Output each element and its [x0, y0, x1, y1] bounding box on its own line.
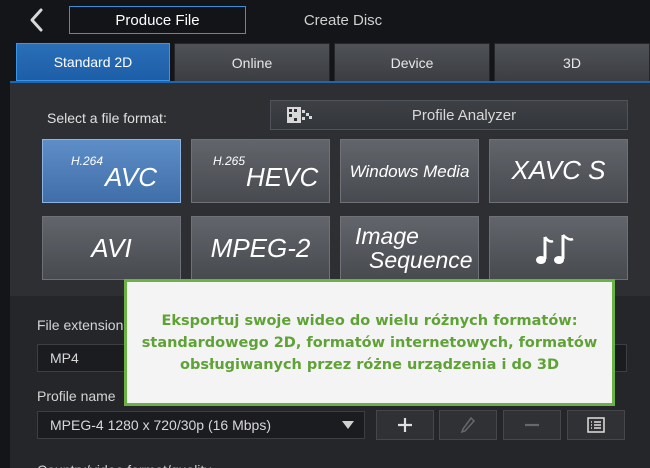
format-audio-button[interactable] — [489, 216, 628, 280]
file-extension-value: MP4 — [50, 350, 79, 366]
chevron-down-icon — [342, 421, 354, 429]
top-bar: Produce File Create Disc — [0, 0, 650, 42]
list-details-icon — [587, 417, 605, 433]
tab-3d[interactable]: 3D — [494, 43, 650, 81]
format-mpeg2-button[interactable]: MPEG-2 — [191, 216, 330, 280]
tab-standard-2d[interactable]: Standard 2D — [16, 43, 170, 81]
info-callout: Eksportuj swoje wideo do wielu różnych f… — [124, 279, 615, 406]
add-profile-button[interactable] — [376, 410, 434, 440]
image-sequence-line1: Image — [355, 223, 419, 249]
format-panel: Select a file format: Profile Analyzer H… — [10, 81, 650, 296]
tab-device[interactable]: Device — [334, 43, 490, 81]
remove-profile-button[interactable] — [503, 410, 561, 440]
profile-details-button[interactable] — [567, 410, 625, 440]
select-format-label: Select a file format: — [47, 110, 167, 126]
profile-analyzer-label: Profile Analyzer — [411, 106, 517, 124]
avc-codec-label: H.264 — [71, 154, 104, 168]
mpeg2-label: MPEG-2 — [210, 233, 311, 263]
windows-media-label: Windows Media — [349, 162, 470, 181]
profile-name-label: Profile name — [37, 388, 116, 404]
music-notes-icon — [536, 234, 574, 264]
format-category-tabs: Standard 2D Online Device 3D — [16, 43, 650, 81]
format-hevc-button[interactable]: H.265 HEVC — [191, 139, 330, 203]
tab-online[interactable]: Online — [174, 43, 330, 81]
profile-select[interactable]: MPEG-4 1280 x 720/30p (16 Mbps) — [37, 411, 365, 439]
format-xavc-s-button[interactable]: XAVC S — [489, 139, 628, 203]
country-format-quality-label: Country/video format/quality — [37, 460, 211, 468]
minus-icon — [525, 423, 539, 427]
tab-create-disc[interactable]: Create Disc — [270, 6, 416, 34]
profile-value: MPEG-4 1280 x 720/30p (16 Mbps) — [50, 417, 272, 433]
image-sequence-line2: Sequence — [369, 247, 473, 273]
callout-text: Eksportuj swoje wideo do wielu różnych f… — [141, 312, 598, 373]
profile-analyzer-button[interactable]: Profile Analyzer — [270, 100, 628, 130]
format-image-sequence-button[interactable]: Image Sequence — [340, 216, 479, 280]
format-windows-media-button[interactable]: Windows Media — [340, 139, 479, 203]
format-avi-button[interactable]: AVI — [42, 216, 181, 280]
tab-produce-file[interactable]: Produce File — [69, 6, 246, 34]
pencil-icon — [460, 416, 476, 434]
edit-profile-button[interactable] — [439, 410, 497, 440]
xavc-s-label: XAVC S — [511, 155, 606, 185]
hevc-codec-label: H.265 — [213, 154, 246, 168]
format-avc-button[interactable]: H.264 AVC — [42, 139, 181, 203]
plus-icon — [398, 418, 412, 432]
avc-label: AVC — [105, 162, 158, 192]
back-arrow-icon[interactable] — [24, 6, 50, 34]
file-extension-label: File extension — [37, 317, 124, 333]
hevc-label: HEVC — [246, 162, 319, 192]
avi-label: AVI — [91, 233, 132, 263]
